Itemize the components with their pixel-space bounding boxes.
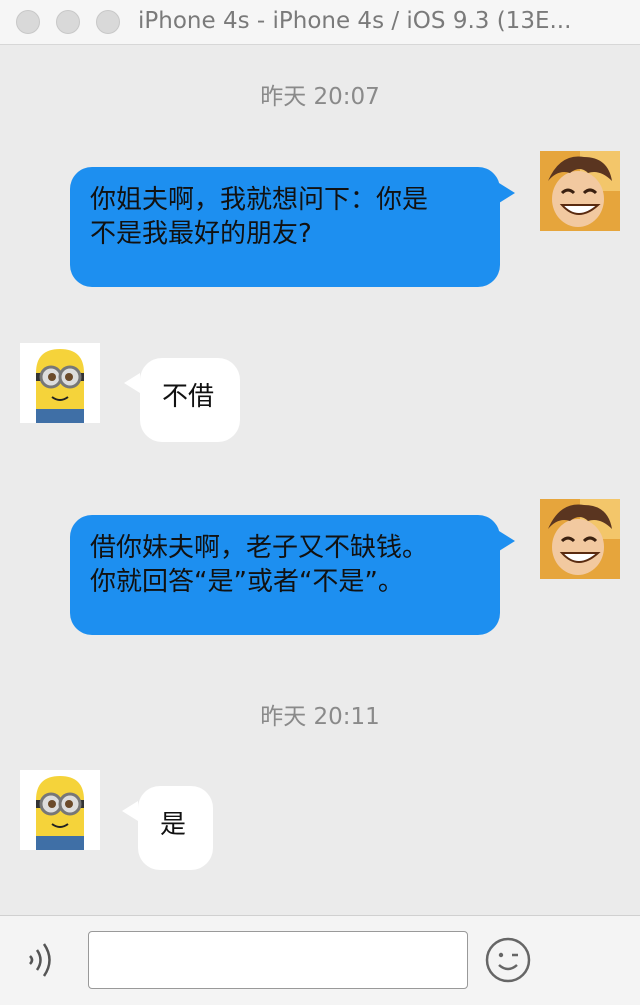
window-title: iPhone 4s - iPhone 4s / iOS 9.3 (13E... (138, 8, 572, 34)
anime-boy-avatar[interactable] (540, 499, 620, 579)
outgoing-message-bubble[interactable]: 借你妹夫啊，老子又不缺钱。 你就回答“是”或者“不是”。 (70, 515, 500, 635)
outgoing-message-bubble[interactable]: 你姐夫啊，我就想问下：你是 不是我最好的朋友? (70, 167, 500, 287)
bubble-tail (499, 183, 515, 203)
chat-input-bar (0, 915, 640, 1005)
close-window-button[interactable] (16, 10, 40, 34)
window-title-bar: iPhone 4s - iPhone 4s / iOS 9.3 (13E... (0, 0, 640, 45)
message-line: 你就回答“是”或者“不是”。 (90, 567, 404, 597)
message-line: 你姐夫啊，我就想问下：你是 (90, 185, 429, 215)
bubble-tail (499, 531, 515, 551)
minion-avatar[interactable] (20, 343, 100, 423)
message-line: 不是我最好的朋友? (90, 219, 312, 249)
chat-message-list[interactable]: 昨天 20:07 你姐夫啊，我就想问下：你是 不是我最好的朋友? 不借 借你妹夫… (0, 45, 640, 915)
message-line: 借你妹夫啊，老子又不缺钱。 (90, 533, 429, 563)
message-input[interactable] (88, 931, 468, 989)
bubble-tail (122, 801, 138, 821)
emoji-wink-icon[interactable] (484, 936, 532, 984)
minion-avatar[interactable] (20, 770, 100, 850)
bubble-tail (124, 373, 140, 393)
message-line: 不借 (162, 382, 215, 412)
incoming-message-bubble[interactable]: 不借 (140, 358, 240, 442)
zoom-window-button[interactable] (96, 10, 120, 34)
timestamp: 昨天 20:11 (260, 704, 380, 730)
timestamp: 昨天 20:07 (260, 84, 380, 110)
anime-boy-avatar[interactable] (540, 151, 620, 231)
incoming-message-bubble[interactable]: 是 (138, 786, 213, 870)
voice-icon[interactable] (22, 938, 66, 982)
minimize-window-button[interactable] (56, 10, 80, 34)
message-line: 是 (160, 810, 187, 840)
